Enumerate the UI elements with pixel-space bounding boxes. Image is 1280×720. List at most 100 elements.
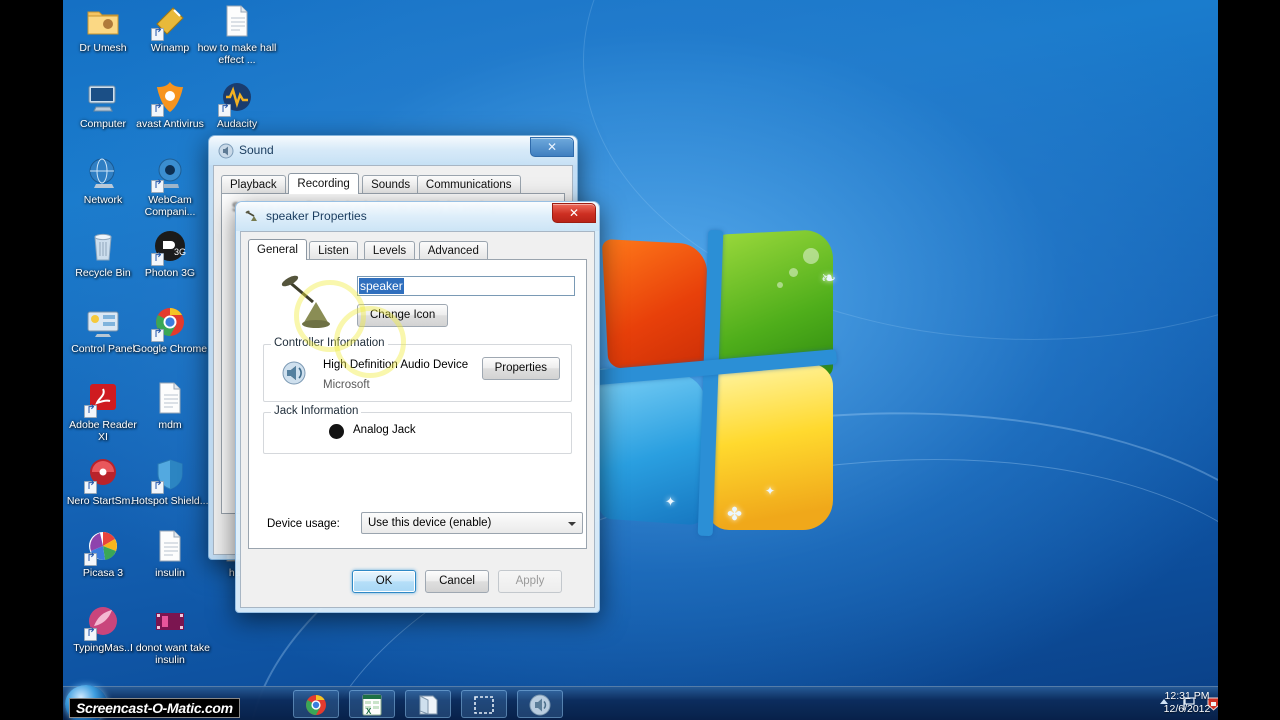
- desktop-icon-how-to-make-hall-effect[interactable]: how to make hall effect ...: [197, 4, 277, 66]
- device-usage-select[interactable]: Use this device (enable): [361, 512, 583, 534]
- shortcut-overlay-icon: [218, 101, 231, 117]
- desktop-icon-label: Audacity: [216, 118, 258, 130]
- shortcut-overlay-icon: [84, 402, 97, 418]
- jack-information-group: [263, 412, 572, 454]
- controller-information-label: Controller Information: [271, 337, 388, 349]
- taskbar-clock[interactable]: 12:31 PM 12/6/2012: [1160, 690, 1214, 716]
- chrome-icon: [304, 693, 328, 717]
- logo-bubble: [789, 268, 798, 277]
- logo-sparkle: ❧: [821, 268, 837, 288]
- desktop-icon-google-chrome[interactable]: Google Chrome: [130, 305, 210, 356]
- change-icon-button[interactable]: Change Icon: [357, 304, 449, 327]
- cancel-button[interactable]: Cancel: [425, 570, 489, 593]
- chevron-down-icon: [568, 522, 576, 526]
- tab-properties-levels[interactable]: Levels: [363, 241, 416, 260]
- desktop-icon-i-donot-want-take-insulin[interactable]: I donot want take insulin: [130, 604, 210, 666]
- properties-tabstrip: General Listen Levels Advanced: [248, 239, 594, 260]
- ok-button[interactable]: OK: [352, 570, 416, 593]
- shortcut-overlay-icon: [151, 101, 164, 117]
- adobe-reader-icon: [84, 381, 121, 418]
- snipping-tool-icon: [472, 693, 496, 717]
- properties-title: speaker Properties: [266, 209, 367, 223]
- nero-icon: [84, 457, 121, 494]
- desktop-icon-webcam-compani[interactable]: WebCam Compani...: [130, 156, 210, 218]
- sound-dialog-tabstrip: Playback Recording Sounds Communications: [221, 173, 572, 194]
- control-panel-icon: [85, 305, 121, 341]
- svg-text:X: X: [366, 707, 372, 716]
- document-icon: [152, 381, 188, 417]
- sound-dialog-titlebar[interactable]: Sound ✕: [209, 136, 577, 165]
- tab-properties-general[interactable]: General: [248, 239, 307, 260]
- desktop-icon-label: mdm: [158, 419, 182, 431]
- recycle-bin-icon: [85, 229, 121, 265]
- clock-date: 12/6/2012: [1163, 703, 1211, 715]
- webcam-icon: [151, 156, 188, 193]
- desktop-screen: ❧ ✦ ✤ ✦ Dr UmeshWinamphow to make hall e…: [63, 0, 1218, 720]
- chrome-icon: [151, 305, 188, 342]
- shortcut-overlay-icon: [151, 250, 164, 266]
- notepad-icon: [416, 693, 440, 717]
- device-microphone-icon: [279, 272, 341, 334]
- avast-icon: [151, 80, 188, 117]
- tab-sound-communications[interactable]: Communications: [416, 175, 521, 194]
- excel-icon: X: [360, 693, 384, 717]
- computer-icon: [85, 80, 121, 116]
- device-name-selected-text: speaker: [359, 278, 404, 294]
- logo-pane-yellow: [707, 364, 833, 530]
- tab-sound-sounds[interactable]: Sounds: [362, 175, 420, 194]
- logo-pane-blue: [594, 367, 710, 527]
- desktop-icon-hotspot-shield[interactable]: Hotspot Shield...: [130, 457, 210, 508]
- video-icon: [152, 604, 188, 640]
- winamp-icon: [151, 4, 188, 41]
- desktop-icon-audacity[interactable]: Audacity: [197, 80, 277, 131]
- taskbar[interactable]: X Screencast-O-Matic.com 12:31 PM 12/6/2…: [63, 685, 1218, 720]
- tab-sound-recording[interactable]: Recording: [288, 173, 359, 194]
- windows-logo-wallpaper: ❧ ✦ ✤ ✦: [586, 228, 838, 537]
- letterbox-right: [1218, 0, 1280, 720]
- black-circle-jack-icon: [329, 424, 344, 439]
- tab-properties-listen[interactable]: Listen: [309, 241, 358, 260]
- desktop-icon-label: I donot want take insulin: [130, 642, 210, 666]
- logo-bubble: [777, 282, 783, 288]
- sound-dialog-close-button[interactable]: ✕: [530, 137, 574, 157]
- controller-device-name: High Definition Audio Device: [323, 359, 469, 371]
- picasa-icon: [84, 529, 121, 566]
- tab-properties-advanced[interactable]: Advanced: [418, 241, 488, 260]
- sound-taskbar-button[interactable]: [517, 690, 563, 718]
- controller-properties-button[interactable]: Properties: [481, 357, 560, 380]
- properties-close-button[interactable]: ✕: [552, 203, 596, 223]
- desktop-icon-label: Photon 3G: [144, 267, 196, 279]
- shortcut-overlay-icon: [84, 478, 97, 494]
- apply-button: Apply: [498, 570, 562, 593]
- properties-client: General Listen Levels Advanced speaker Chan…: [240, 231, 595, 608]
- audacity-icon: [218, 80, 255, 117]
- tab-sound-playback[interactable]: Playback: [221, 175, 286, 194]
- desktop-icon-photon-3g[interactable]: 3G Photon 3G: [130, 229, 210, 280]
- speaker-icon: [218, 143, 234, 159]
- desktop-icon-label: WebCam Compani...: [144, 194, 196, 218]
- shortcut-overlay-icon: [84, 625, 97, 641]
- device-usage-value: Use this device (enable): [368, 517, 492, 529]
- microphone-icon: [245, 209, 261, 225]
- excel-taskbar-button[interactable]: X: [349, 690, 395, 718]
- logo-pane-red: [601, 238, 713, 374]
- desktop-icon-label: Hotspot Shield...: [131, 495, 209, 507]
- svg-text:3G: 3G: [174, 247, 186, 257]
- chrome-taskbar-button[interactable]: [293, 690, 339, 718]
- logo-sparkle: ✤: [727, 504, 743, 524]
- properties-titlebar[interactable]: speaker Properties ✕: [236, 202, 599, 231]
- shortcut-overlay-icon: [151, 478, 164, 494]
- device-usage-label: Device usage:: [267, 518, 340, 530]
- shortcut-overlay-icon: [151, 326, 164, 342]
- desktop-icon-mdm[interactable]: mdm: [130, 381, 210, 432]
- notepad-taskbar-button[interactable]: [405, 690, 451, 718]
- screencast-watermark: Screencast-O-Matic.com: [69, 698, 240, 718]
- letterbox-left: [0, 0, 63, 720]
- clock-time: 12:31 PM: [1164, 690, 1210, 702]
- logo-sparkle: ✦: [765, 484, 776, 498]
- folder-icon: [85, 4, 121, 40]
- snipping-tool-taskbar-button[interactable]: [461, 690, 507, 718]
- shortcut-overlay-icon: [151, 177, 164, 193]
- speaker-properties-dialog[interactable]: speaker Properties ✕ General Listen Levels…: [235, 201, 600, 613]
- logo-sparkle: ✦: [665, 494, 676, 509]
